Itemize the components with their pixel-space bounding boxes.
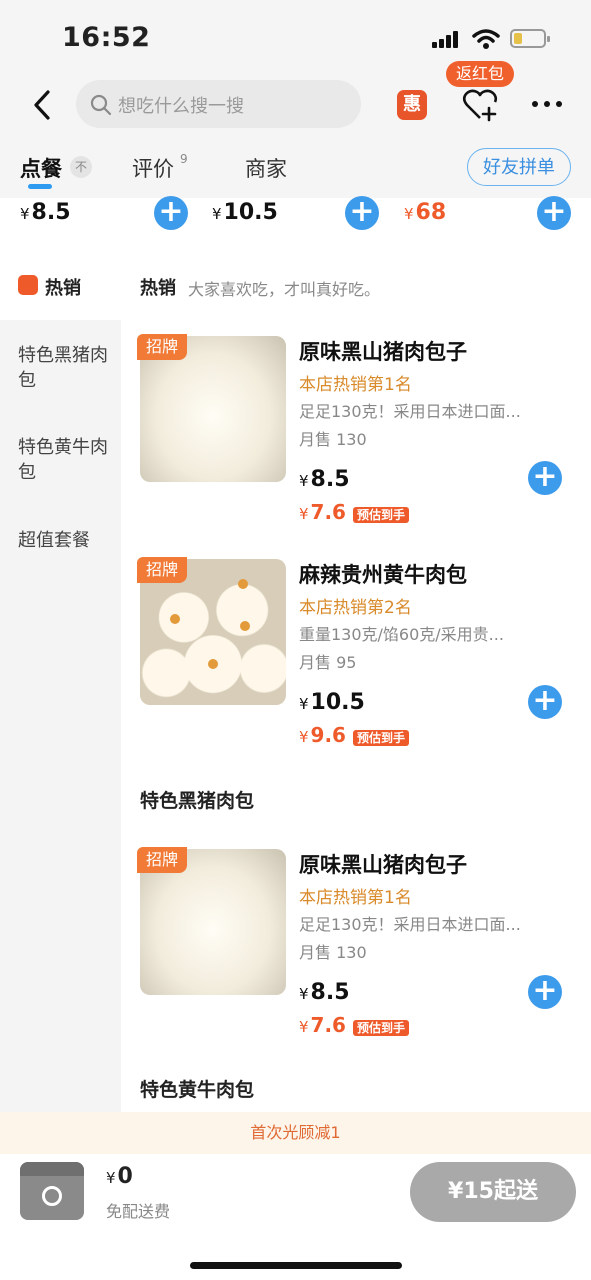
product-description: 重量130克/馅60克/采用贵... <box>299 625 504 644</box>
promo-banner: 首次光顾减1 <box>0 1112 591 1154</box>
wifi-icon <box>472 29 500 49</box>
tab-merchant[interactable]: 商家 <box>245 153 287 183</box>
strip-price-2: ¥10.5 <box>212 200 278 225</box>
flame-icon <box>18 275 38 295</box>
favorite-add-icon[interactable] <box>462 88 498 122</box>
add-button[interactable]: + <box>537 196 571 230</box>
search-placeholder: 想吃什么搜一搜 <box>118 96 244 117</box>
product-name[interactable]: 原味黑山猪肉包子 <box>299 849 467 879</box>
reviews-count: 9 <box>180 152 188 166</box>
group-order-button[interactable]: 好友拼单 <box>467 148 571 186</box>
product-name[interactable]: 麻辣贵州黄牛肉包 <box>299 559 467 589</box>
tab-reviews[interactable]: 评价 <box>132 153 174 183</box>
product-discount-price: ¥7.6 预估到手 <box>299 500 409 524</box>
red-packet-badge: 返红包 <box>446 61 514 87</box>
delivery-note: 免配送费 <box>106 1202 171 1221</box>
pin-icon[interactable]: 不 <box>70 156 92 178</box>
product-price: ¥8.5 <box>299 980 350 1005</box>
product-discount-price: ¥7.6 预估到手 <box>299 1013 409 1037</box>
signal-icon <box>432 30 462 48</box>
tab-order[interactable]: 点餐 <box>20 153 62 183</box>
category-title: 特色黑猪肉包 <box>140 790 255 812</box>
product-price: ¥8.5 <box>299 467 350 492</box>
discount-tag: 预估到手 <box>352 507 409 523</box>
sidebar-item-black-pork[interactable]: 特色黑猪肉包 <box>18 343 108 393</box>
sidebar-item-yellow-beef[interactable]: 特色黄牛肉包 <box>18 435 108 485</box>
discount-icon[interactable]: 惠 <box>397 90 427 120</box>
product-discount-price: ¥9.6 预估到手 <box>299 723 409 747</box>
add-button[interactable]: + <box>154 196 188 230</box>
min-order-button[interactable]: ¥15起送 <box>410 1162 576 1222</box>
signature-badge: 招牌 <box>137 557 187 583</box>
product-rank: 本店热销第1名 <box>299 375 412 395</box>
product-price: ¥10.5 <box>299 690 365 715</box>
tab-underline <box>28 184 52 189</box>
home-indicator <box>190 1262 402 1269</box>
search-icon <box>90 94 112 116</box>
add-button[interactable]: + <box>345 196 379 230</box>
product-name[interactable]: 原味黑山猪肉包子 <box>299 336 467 366</box>
more-icon[interactable] <box>532 101 564 109</box>
discount-tag: 预估到手 <box>352 1020 409 1036</box>
signature-badge: 招牌 <box>137 334 187 360</box>
product-description: 足足130克！采用日本进口面... <box>299 402 521 421</box>
section-description: 大家喜欢吃，才叫真好吃。 <box>188 280 381 299</box>
sidebar-item-hot[interactable]: 热销 <box>45 274 81 300</box>
status-time: 16:52 <box>62 22 151 53</box>
product-description: 足足130克！采用日本进口面... <box>299 915 521 934</box>
category-title: 特色黄牛肉包 <box>140 1079 255 1101</box>
strip-price-3: ¥68 <box>404 200 447 225</box>
add-button[interactable]: + <box>528 975 562 1009</box>
section-title: 热销 <box>140 278 176 299</box>
battery-icon <box>510 29 550 48</box>
discount-tag: 预估到手 <box>352 730 409 746</box>
strip-price-1: ¥8.5 <box>20 200 71 225</box>
product-rank: 本店热销第2名 <box>299 598 412 618</box>
product-rank: 本店热销第1名 <box>299 888 412 908</box>
back-icon[interactable] <box>30 88 54 122</box>
product-sales: 月售 95 <box>299 653 357 672</box>
product-sales: 月售 130 <box>299 943 367 962</box>
sidebar-item-combo[interactable]: 超值套餐 <box>18 528 108 553</box>
product-sales: 月售 130 <box>299 430 367 449</box>
add-button[interactable]: + <box>528 461 562 495</box>
add-button[interactable]: + <box>528 685 562 719</box>
cart-total: ¥0 <box>106 1164 133 1189</box>
signature-badge: 招牌 <box>137 847 187 873</box>
cart-icon[interactable] <box>20 1162 84 1220</box>
